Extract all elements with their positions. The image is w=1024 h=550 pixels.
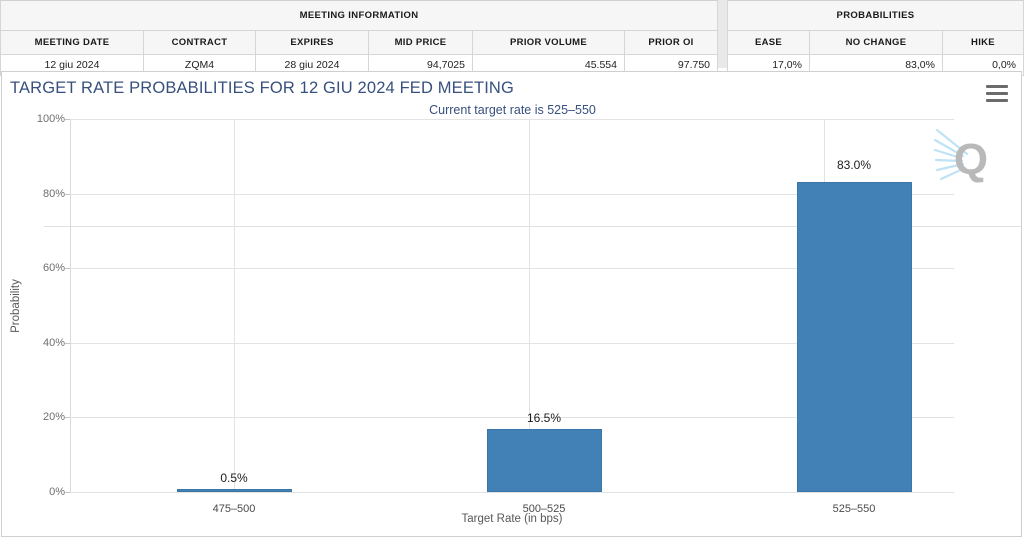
bar-label-475-500: 0.5% [220,471,247,485]
probabilities-group-header-row: PROBABILITIES [727,1,1023,31]
table-divider [718,0,727,68]
column-header-contract[interactable]: CONTRACT [144,31,256,55]
hamburger-bar [986,99,1008,102]
y-tick-label: 40% [43,337,65,349]
meeting-information-title: MEETING INFORMATION [1,1,718,31]
svg-text:Q: Q [954,135,988,184]
hamburger-menu-icon[interactable] [986,85,1008,102]
top-info-strip: MEETING INFORMATION MEETING DATE CONTRAC… [0,0,1024,68]
bar-label-525-550: 83.0% [837,158,871,172]
y-axis-title: Probability [10,119,26,493]
y-tick-label: 100% [37,113,65,125]
chart-subtitle: Current target rate is 525–550 [2,103,1022,117]
page-title: TARGET RATE PROBABILITIES FOR 12 GIU 202… [10,79,514,98]
gridline-100: 100% [70,119,954,120]
probabilities-column-header-row: EASE NO CHANGE HIKE [727,31,1023,55]
bar-label-500-525: 16.5% [527,411,561,425]
y-tick-label: 20% [43,411,65,423]
column-header-meeting-date[interactable]: MEETING DATE [1,31,144,55]
hamburger-bar [986,85,1008,88]
column-header-hike[interactable]: HIKE [942,31,1023,55]
page-bottom-margin [0,537,1024,550]
bar-475-500[interactable] [177,489,292,492]
column-header-prior-volume[interactable]: PRIOR VOLUME [473,31,625,55]
x-axis-title: Target Rate (in bps) [70,513,954,525]
bar-525-550[interactable] [797,182,912,492]
category-separator [234,119,235,493]
column-header-prior-oi[interactable]: PRIOR OI [625,31,718,55]
column-header-no-change[interactable]: NO CHANGE [809,31,942,55]
y-axis-line [70,119,71,493]
meeting-group-header-row: MEETING INFORMATION [1,1,718,31]
column-header-mid-price[interactable]: MID PRICE [369,31,473,55]
y-tick-label: 60% [43,262,65,274]
plot-area: 100% 80% 60% 40% 20% 0% 0.5% [70,119,954,493]
column-header-ease[interactable]: EASE [727,31,809,55]
y-tick-label: 0% [49,486,65,498]
hamburger-bar [986,92,1008,95]
bar-500-525[interactable] [487,429,602,492]
chart-card: TARGET RATE PROBABILITIES FOR 12 GIU 202… [1,71,1022,537]
column-header-expires[interactable]: EXPIRES [256,31,369,55]
probabilities-table: PROBABILITIES EASE NO CHANGE HIKE 17,0% … [727,0,1024,76]
meeting-information-table: MEETING INFORMATION MEETING DATE CONTRAC… [0,0,718,76]
gridline-0: 0% [70,492,954,493]
meeting-column-header-row: MEETING DATE CONTRACT EXPIRES MID PRICE … [1,31,718,55]
y-tick-label: 80% [43,188,65,200]
probabilities-title: PROBABILITIES [727,1,1023,31]
